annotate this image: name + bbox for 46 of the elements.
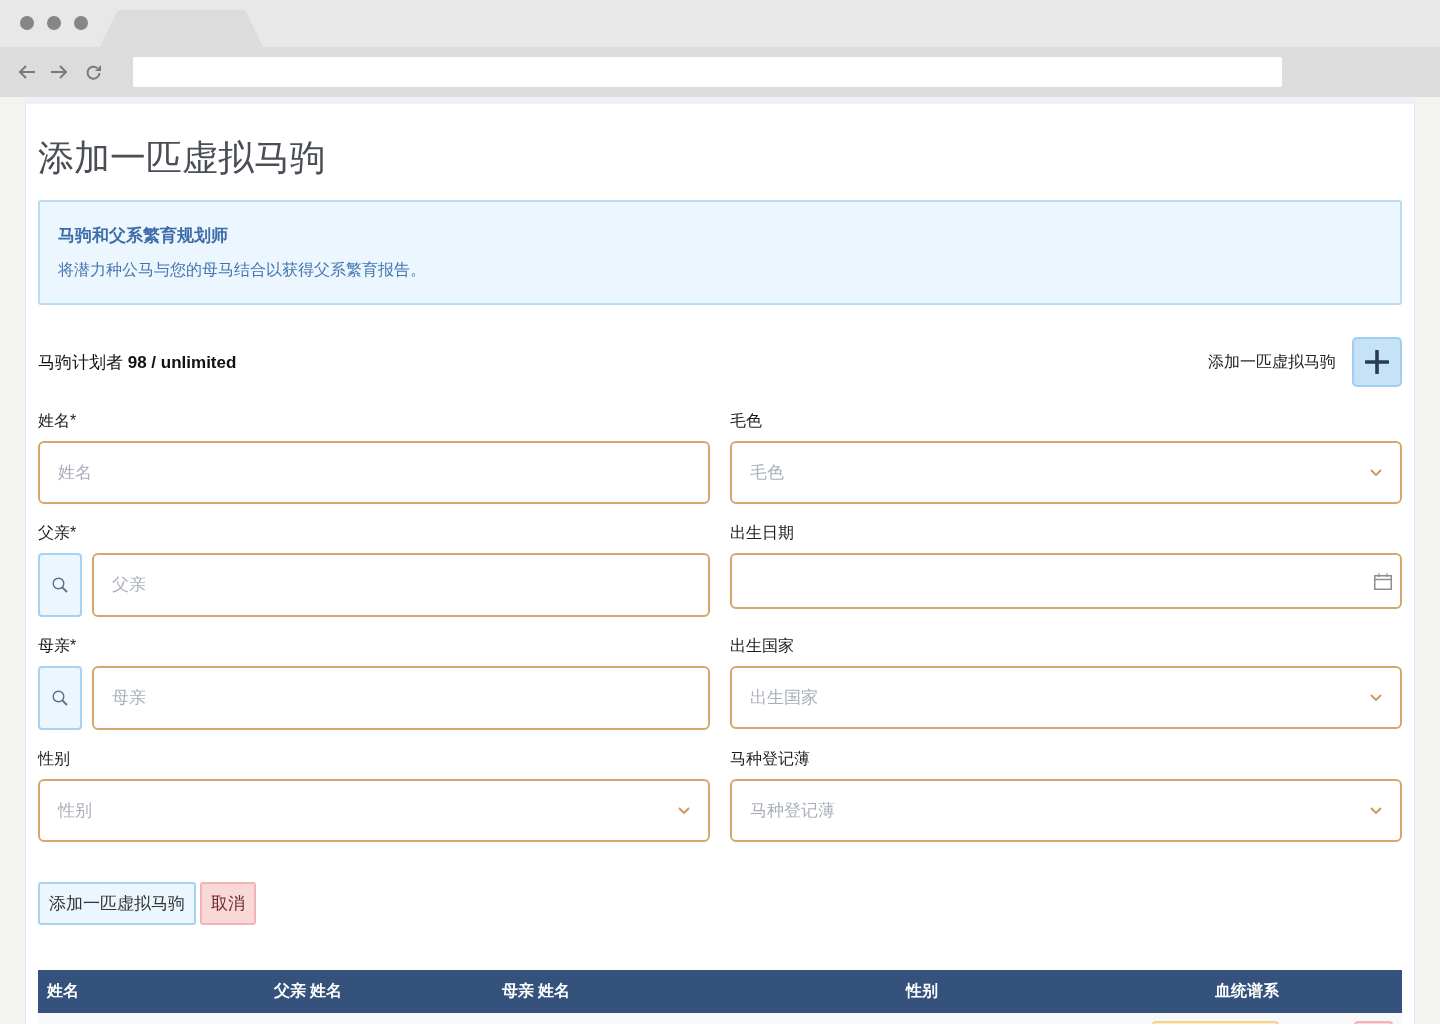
column-header: 姓名 [45, 981, 80, 1001]
field-label: 性别 [38, 749, 71, 769]
plus-icon [1365, 350, 1389, 374]
field-label: 母亲* [38, 636, 78, 656]
chevron-down-icon [1370, 469, 1382, 476]
select-field[interactable]: 毛色 [730, 441, 1402, 504]
search-button[interactable] [38, 666, 82, 730]
info-title: 马驹和父系繁育规划师 [58, 225, 229, 247]
column-header: 母亲 姓名 [501, 981, 572, 1001]
forward-arrow-icon[interactable] [50, 64, 68, 80]
field-label: 出生国家 [730, 636, 795, 656]
column-header: 血统谱系 [1214, 981, 1279, 1001]
column-header: 父亲 姓名 [273, 981, 344, 1001]
search-icon [52, 577, 68, 593]
search-icon [52, 690, 68, 706]
calendar-icon [1374, 572, 1392, 590]
field-label: 出生日期 [730, 523, 795, 543]
back-arrow-icon[interactable] [18, 64, 36, 80]
chevron-down-icon [1370, 694, 1382, 701]
chevron-down-icon [1370, 807, 1382, 814]
window-control-icon[interactable] [74, 16, 88, 30]
select-field[interactable]: 性别 [38, 779, 710, 842]
select-field[interactable]: 出生国家 [730, 666, 1402, 729]
window-control-icon[interactable] [20, 16, 34, 30]
text-field[interactable]: 姓名 [38, 441, 710, 504]
chevron-down-icon [678, 807, 690, 814]
cancel-button[interactable]: 取消 [200, 882, 256, 925]
planner-usage: 马驹计划者 98 / unlimited [38, 351, 237, 374]
reload-icon[interactable] [85, 63, 102, 81]
search-field[interactable]: 母亲 [92, 666, 710, 730]
date-field[interactable] [730, 553, 1402, 609]
field-label: 父亲* [38, 523, 78, 543]
submit-button[interactable]: 添加一匹虚拟马驹 [38, 882, 196, 925]
search-button[interactable] [38, 553, 82, 617]
page-title: 添加一匹虚拟马驹 [38, 136, 327, 180]
window-control-icon[interactable] [47, 16, 61, 30]
field-label: 毛色 [730, 411, 763, 431]
add-button[interactable] [1352, 337, 1402, 387]
column-header: 性别 [906, 981, 938, 1001]
field-label: 姓名* [38, 411, 78, 431]
field-label: 马种登记薄 [730, 749, 811, 769]
search-field[interactable]: 父亲 [92, 553, 710, 617]
info-text: 将潜力种公马与您的母马结合以获得父系繁育报告。 [58, 260, 427, 280]
address-field[interactable] [133, 57, 1282, 87]
select-field[interactable]: 马种登记薄 [730, 779, 1402, 842]
add-foal-label: 添加一匹虚拟马驹 [1208, 351, 1336, 372]
